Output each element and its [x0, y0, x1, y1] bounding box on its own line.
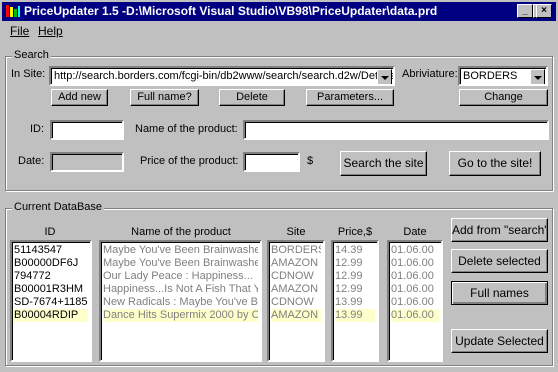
- id-list-item[interactable]: B00004RDIP: [14, 309, 88, 322]
- site-list-item[interactable]: CDNOW: [271, 296, 321, 309]
- site-list-item[interactable]: BORDERS: [271, 244, 321, 257]
- product-name-field[interactable]: [243, 120, 549, 140]
- menu-help[interactable]: Help: [38, 24, 63, 38]
- date-label: Date:: [18, 155, 45, 167]
- column-header-name: Name of the product: [131, 226, 231, 238]
- app-icon: [5, 4, 21, 18]
- date-list-item[interactable]: 01.06.00: [391, 244, 439, 257]
- id-list[interactable]: 51143547 B00000DF6J 794772 B00001R3HM SD-767…: [10, 240, 92, 362]
- change-button[interactable]: Change: [459, 89, 548, 106]
- id-list-item[interactable]: B00000DF6J: [14, 257, 88, 270]
- abbr-label: Abriviature:: [402, 68, 458, 80]
- full-names-button[interactable]: Full names: [451, 281, 548, 305]
- product-name-list-item[interactable]: Dance Hits Supermix 2000 by Co: [103, 309, 258, 322]
- close-icon: ×: [541, 5, 547, 16]
- product-name-list-item[interactable]: New Radicals : Maybe You've Been: [103, 296, 258, 309]
- id-label: ID:: [30, 123, 45, 135]
- id-list-item[interactable]: B00001R3HM: [14, 283, 88, 296]
- close-button[interactable]: ×: [536, 4, 552, 18]
- search-site-button[interactable]: Search the site: [340, 151, 427, 176]
- column-header-date: Date: [403, 226, 427, 238]
- goto-site-button[interactable]: Go to the site!: [449, 151, 541, 176]
- menu-file[interactable]: File: [10, 24, 29, 38]
- date-list-item[interactable]: 01.06.00: [391, 309, 439, 322]
- parameters-button[interactable]: Parameters...: [306, 89, 394, 106]
- in-site-combo[interactable]: http://search.borders.com/fcgi-bin/db2ww…: [49, 66, 395, 86]
- add-from-search-button[interactable]: Add from "search": [451, 218, 548, 242]
- search-group-title: Search: [12, 49, 51, 61]
- product-name-label: Name of the product:: [135, 123, 238, 135]
- abbr-combo[interactable]: BORDERS: [458, 66, 548, 86]
- id-list-item[interactable]: SD-7674+118587: [14, 296, 88, 309]
- chevron-down-icon[interactable]: [530, 69, 545, 84]
- abbr-value: BORDERS: [463, 70, 518, 82]
- id-field[interactable]: [50, 120, 124, 140]
- minimize-icon: _: [522, 5, 528, 16]
- minimize-button[interactable]: _: [517, 4, 533, 18]
- date-list-item[interactable]: 01.06.00: [391, 283, 439, 296]
- add-new-button[interactable]: Add new: [51, 89, 108, 106]
- column-header-price: Price,$: [337, 226, 373, 238]
- site-list-item[interactable]: AMAZON: [271, 283, 321, 296]
- site-list-item[interactable]: AMAZON: [271, 257, 321, 270]
- window-title: PriceUpdater 1.5 -D:\Microsoft Visual St…: [24, 4, 438, 18]
- product-price-label: Price of the product:: [140, 155, 239, 167]
- full-name-button[interactable]: Full name?: [130, 89, 199, 106]
- product-name-list-item[interactable]: Maybe You've Been Brainwashed: [103, 257, 258, 270]
- price-list-item[interactable]: 12.99: [335, 283, 375, 296]
- price-list-item[interactable]: 13.99: [335, 309, 375, 322]
- column-header-site: Site: [286, 226, 306, 238]
- price-list[interactable]: 14.39 12.99 12.99 12.99 13.99 13.99: [331, 240, 379, 362]
- site-list-item[interactable]: CDNOW: [271, 270, 321, 283]
- currency-label: $: [307, 155, 314, 167]
- price-list-item[interactable]: 12.99: [335, 270, 375, 283]
- date-list-item[interactable]: 01.06.00: [391, 270, 439, 283]
- database-group-title: Current DataBase: [12, 201, 105, 213]
- update-selected-button[interactable]: Update Selected: [451, 329, 548, 353]
- menu-bar: File Help: [2, 22, 556, 40]
- chevron-down-icon[interactable]: [377, 69, 392, 84]
- product-name-list-item[interactable]: Our Lady Peace : Happiness...: [103, 270, 258, 283]
- column-header-id: ID: [44, 226, 56, 238]
- delete-button[interactable]: Delete: [219, 89, 285, 106]
- site-list-item[interactable]: AMAZON: [271, 309, 321, 322]
- product-name-list[interactable]: Maybe You've Been Brainwashed Maybe You'v…: [99, 240, 262, 362]
- product-price-field[interactable]: [243, 152, 300, 172]
- price-list-item[interactable]: 14.39: [335, 244, 375, 257]
- product-name-list-item[interactable]: Maybe You've Been Brainwashed: [103, 244, 258, 257]
- in-site-label: In Site:: [11, 68, 46, 80]
- title-bar[interactable]: PriceUpdater 1.5 -D:\Microsoft Visual St…: [2, 2, 556, 21]
- delete-selected-button[interactable]: Delete selected: [451, 249, 548, 273]
- id-list-item[interactable]: 794772: [14, 270, 88, 283]
- main-window: PriceUpdater 1.5 -D:\Microsoft Visual St…: [0, 0, 558, 372]
- price-list-item[interactable]: 13.99: [335, 296, 375, 309]
- date-field: [50, 152, 124, 172]
- date-list-item[interactable]: 01.06.00: [391, 296, 439, 309]
- id-list-item[interactable]: 51143547: [14, 244, 88, 257]
- in-site-value: http://search.borders.com/fcgi-bin/db2ww…: [54, 70, 395, 82]
- price-list-item[interactable]: 12.99: [335, 257, 375, 270]
- product-name-list-item[interactable]: Happiness...Is Not A Fish That You: [103, 283, 258, 296]
- date-list-item[interactable]: 01.06.00: [391, 257, 439, 270]
- site-list[interactable]: BORDERS AMAZON CDNOW AMAZON CDNOW AMAZON: [267, 240, 325, 362]
- date-list[interactable]: 01.06.00 01.06.00 01.06.00 01.06.00 01.06.00…: [387, 240, 443, 362]
